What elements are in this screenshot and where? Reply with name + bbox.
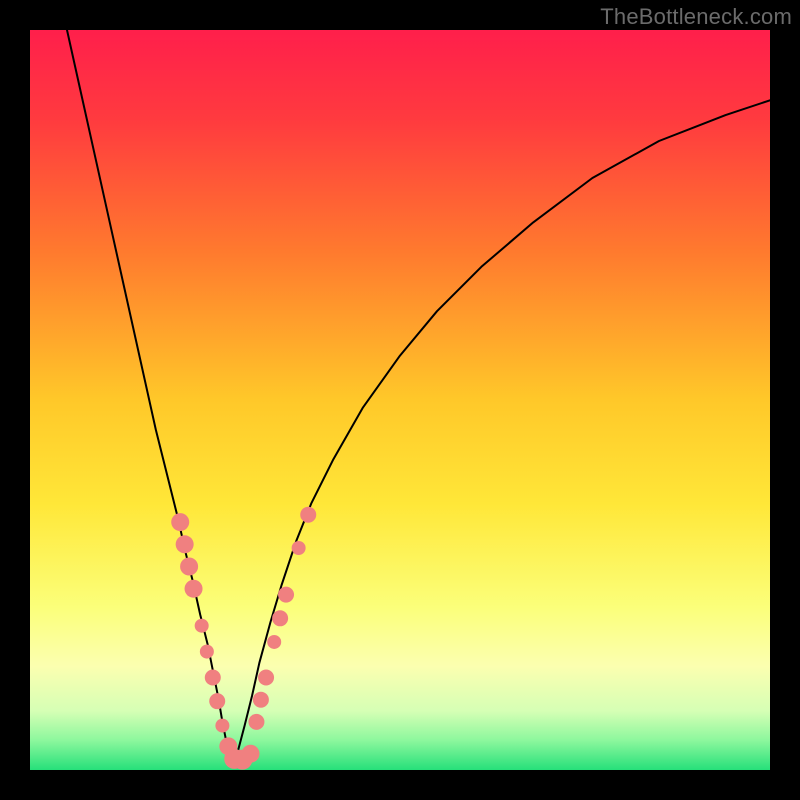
data-marker [171, 513, 189, 531]
data-marker [242, 745, 260, 763]
data-marker [205, 670, 221, 686]
chart-svg [30, 30, 770, 770]
data-marker [272, 610, 288, 626]
chart-container: TheBottleneck.com [0, 0, 800, 800]
data-marker [200, 645, 214, 659]
data-marker [180, 558, 198, 576]
plot-area [30, 30, 770, 770]
data-marker [258, 670, 274, 686]
watermark-text: TheBottleneck.com [600, 4, 792, 30]
data-marker [267, 635, 281, 649]
data-marker [185, 580, 203, 598]
data-marker [292, 541, 306, 555]
data-marker [248, 714, 264, 730]
data-marker [278, 587, 294, 603]
data-marker [215, 719, 229, 733]
data-marker [300, 507, 316, 523]
data-marker [209, 693, 225, 709]
data-marker [253, 692, 269, 708]
data-marker [195, 619, 209, 633]
data-marker [176, 535, 194, 553]
